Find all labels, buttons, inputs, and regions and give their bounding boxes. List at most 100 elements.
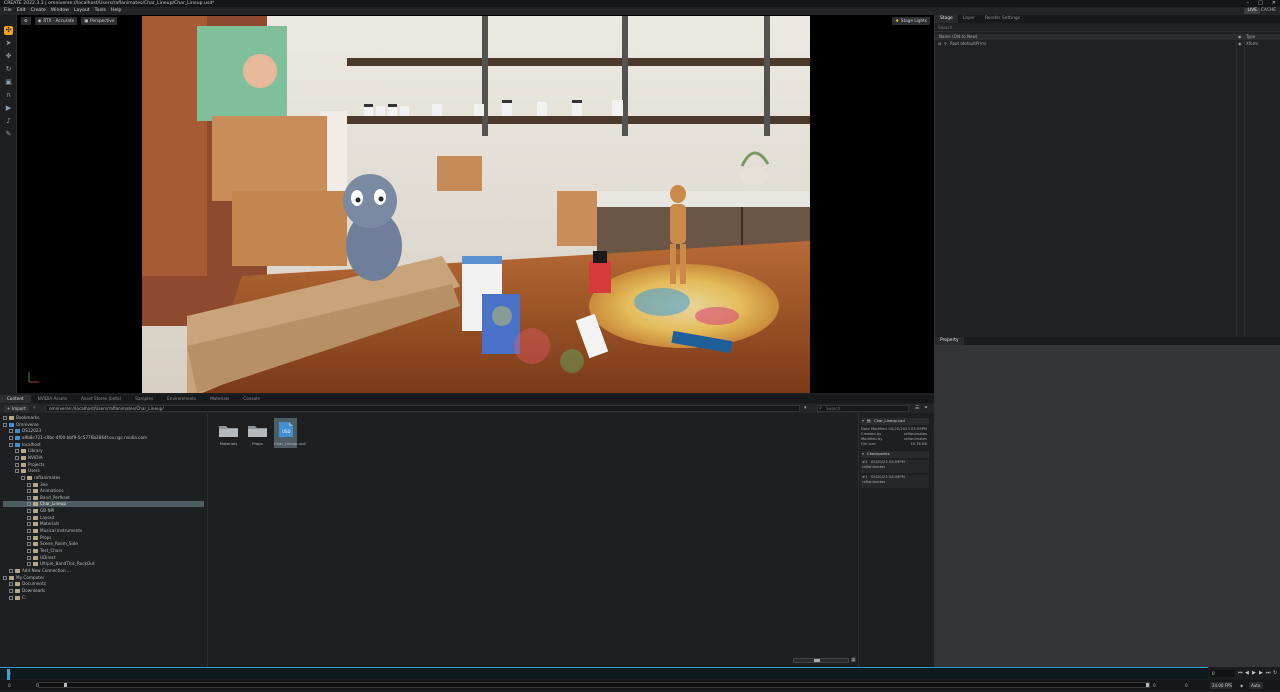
tab-environments[interactable]: Environments	[160, 395, 203, 403]
checkpoint-item[interactable]: #2 05/20/23 03:59PM raflanimates	[861, 460, 929, 473]
collapse-icon[interactable]: ▾	[862, 451, 864, 458]
fps-dropdown[interactable]: 24.00 FPS	[1210, 682, 1232, 689]
snap-tool-icon[interactable]: ∩	[4, 91, 13, 100]
menu-tools[interactable]: Tools	[95, 7, 106, 15]
range-start-handle[interactable]	[64, 683, 67, 687]
expand-icon[interactable]	[27, 555, 31, 560]
stage-lights-button[interactable]: ✸ Stage Lights	[892, 17, 930, 25]
slider-knob[interactable]	[814, 659, 820, 662]
thumbnail-size-slider[interactable]	[793, 658, 849, 663]
rotate-tool-icon[interactable]: ↻	[4, 65, 13, 74]
checkpoint-item[interactable]: #1 05/20/23 03:49PM raflanimates	[861, 475, 929, 488]
tree-item[interactable]: Ultiple_BandThis_RockOut	[3, 561, 204, 567]
menu-file[interactable]: File	[4, 7, 12, 15]
list-view-icon[interactable]: ☰	[915, 405, 919, 411]
range-end-inner[interactable]: 0	[1153, 683, 1156, 688]
expand-icon[interactable]	[27, 515, 31, 520]
tree-item[interactable]: Documents	[3, 581, 204, 587]
maximize-icon[interactable]: □	[1258, 0, 1263, 7]
tree-item[interactable]: Projects	[3, 462, 204, 468]
play-icon[interactable]: ▶	[1252, 670, 1256, 676]
skip-forward-icon[interactable]: ⏭	[1266, 670, 1271, 676]
tab-console[interactable]: Console	[236, 395, 267, 403]
tree-item[interactable]: a9b8c721-c0bc-4f00-bbf9-5c5776b2864f.ov.…	[3, 435, 204, 441]
tree-item[interactable]: Layout	[3, 515, 204, 521]
expand-icon[interactable]	[27, 549, 31, 553]
expand-icon[interactable]: ⊞	[938, 41, 941, 47]
expand-icon[interactable]	[27, 522, 31, 527]
expand-icon[interactable]	[27, 489, 31, 494]
scale-tool-icon[interactable]: ▣	[4, 78, 13, 87]
expand-icon[interactable]	[27, 502, 31, 507]
expand-icon[interactable]	[9, 442, 13, 447]
filter-icon[interactable]: ⏷	[924, 405, 928, 411]
expand-icon[interactable]	[9, 435, 13, 440]
tab-stage[interactable]: Stage	[935, 15, 958, 23]
expand-icon[interactable]	[3, 416, 7, 420]
tree-item[interactable]: Scene_Room_Side	[3, 541, 204, 547]
live-badge[interactable]: LIVE	[1244, 8, 1260, 14]
expand-icon[interactable]	[9, 568, 13, 573]
expand-icon[interactable]	[3, 422, 7, 427]
scene-render[interactable]	[142, 16, 810, 393]
select-tool-icon[interactable]: ✣	[4, 26, 13, 35]
grid-view-icon[interactable]: ▦	[851, 657, 856, 663]
timeline-track[interactable]: 0	[0, 667, 1208, 680]
expand-icon[interactable]	[9, 595, 13, 600]
step-forward-icon[interactable]: ▶	[1259, 670, 1263, 676]
tree-item[interactable]: raflanimates	[3, 475, 204, 481]
menu-edit[interactable]: Edit	[17, 7, 26, 15]
pointer-tool-icon[interactable]: ➤	[4, 39, 13, 48]
tab-property[interactable]: Property	[935, 337, 964, 345]
grid-item-char-lineup-usd[interactable]: USD Char_Lineup.usd	[274, 418, 306, 448]
tree-item[interactable]: localhost	[3, 442, 204, 448]
move-tool-icon[interactable]: ✥	[4, 52, 13, 61]
expand-icon[interactable]	[27, 529, 31, 534]
tree-item[interactable]: NVIDIA	[3, 455, 204, 461]
viewport[interactable]: ⚙ ◉ RTX - Accurate ▣ Perspective ✸ Stage…	[17, 15, 934, 393]
tab-layer[interactable]: Layer	[958, 15, 980, 23]
viewport-settings-button[interactable]: ⚙	[21, 17, 31, 25]
expand-icon[interactable]	[9, 582, 13, 587]
tree-item[interactable]: Band_Perfkset	[3, 495, 204, 501]
tab-asset-stores[interactable]: Asset Stores (beta)	[74, 395, 128, 403]
menu-help[interactable]: Help	[111, 7, 121, 15]
expand-icon[interactable]	[9, 588, 13, 593]
tree-item[interactable]: 3ee	[3, 482, 204, 488]
eye-icon[interactable]: ◉	[1238, 41, 1242, 47]
col-type-header[interactable]: Type	[1246, 34, 1255, 40]
menu-window[interactable]: Window	[51, 7, 69, 15]
expand-icon[interactable]	[21, 475, 25, 480]
tree-item[interactable]: C:	[3, 595, 204, 601]
tree-item[interactable]: Test_Chars	[3, 548, 204, 554]
range-slider[interactable]	[38, 682, 1150, 688]
expand-icon[interactable]	[27, 495, 31, 500]
expand-icon[interactable]	[27, 535, 31, 540]
brush-tool-icon[interactable]: ✎	[4, 130, 13, 139]
tab-nvidia-assets[interactable]: NVIDIA Assets	[31, 395, 75, 403]
tab-render-settings[interactable]: Render Settings	[980, 15, 1025, 23]
expand-icon[interactable]	[27, 562, 31, 567]
expand-icon[interactable]	[3, 575, 7, 580]
tree-item[interactable]: Library	[3, 448, 204, 454]
sound-tool-icon[interactable]: ♪	[4, 117, 13, 126]
stage-search-input[interactable]: Search	[935, 24, 1280, 32]
tree-item[interactable]: Add New Connection ...	[3, 568, 204, 574]
dropdown-icon[interactable]: ▾	[804, 405, 807, 411]
expand-icon[interactable]	[15, 469, 19, 474]
expand-icon[interactable]	[27, 509, 31, 514]
import-button[interactable]: + Import	[4, 405, 29, 412]
cache-label[interactable]: CACHE	[1261, 7, 1276, 15]
expand-icon[interactable]	[9, 429, 13, 434]
menu-layout[interactable]: Layout	[74, 7, 90, 15]
renderer-button[interactable]: ◉ RTX - Accurate	[34, 17, 78, 25]
content-search-input[interactable]: Search	[817, 405, 909, 412]
tab-samples[interactable]: Samples	[128, 395, 160, 403]
grid-item-props[interactable]: Props	[246, 423, 269, 446]
stage-root-row[interactable]: ⊞ ⚲ Root (defaultPrim) ◉ Xform	[935, 41, 1280, 47]
expand-icon[interactable]	[27, 542, 31, 547]
menu-create[interactable]: Create	[31, 7, 46, 15]
tree-item[interactable]: Omniverse	[3, 422, 204, 428]
expand-icon[interactable]	[15, 449, 19, 454]
back-icon[interactable]: ‹	[33, 404, 35, 411]
